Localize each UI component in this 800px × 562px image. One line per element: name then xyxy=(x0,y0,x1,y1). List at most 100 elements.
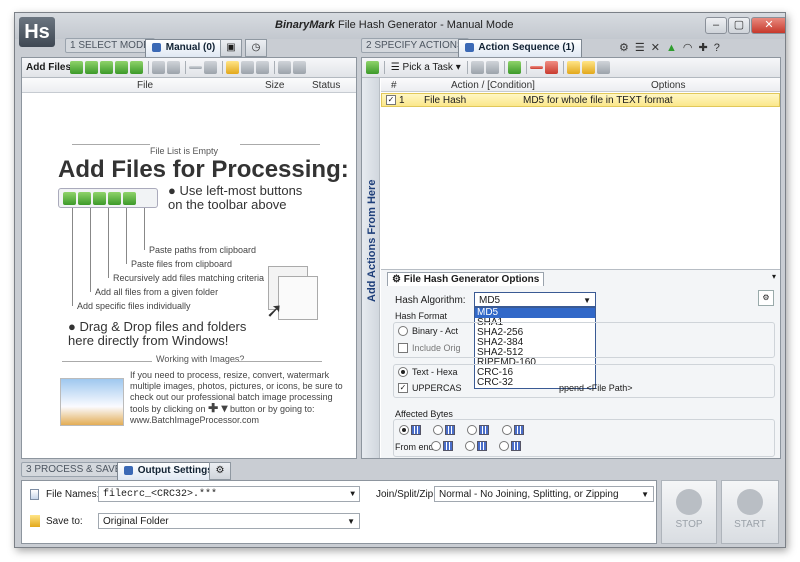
move-up-icon[interactable] xyxy=(470,61,484,74)
save-to-select[interactable]: Original Folder ▼ xyxy=(98,513,360,529)
callout-add-folder: Add all files from a given folder xyxy=(95,287,219,297)
start-button[interactable]: START xyxy=(721,480,779,544)
top-right-tools[interactable]: ⚙☰✕▲◠✚? xyxy=(619,41,726,54)
paste-paths-icon[interactable] xyxy=(130,61,143,74)
toolbar-illustration xyxy=(58,188,158,208)
tab-images-icon[interactable]: ▣ xyxy=(220,39,242,57)
callout-recursive: Recursively add files matching criteria xyxy=(113,273,265,283)
tab-action-sequence[interactable]: Action Sequence (1) xyxy=(458,39,582,57)
tip-toolbar: ● Use left-most buttons on the toolbar a… xyxy=(168,183,303,212)
tab-output-gear-icon[interactable]: ⚙ xyxy=(209,462,231,480)
clear-list-icon[interactable] xyxy=(204,61,217,74)
from-end-3-radio[interactable] xyxy=(499,441,510,452)
callout-paste-paths: Paste paths from clipboard xyxy=(149,245,257,255)
update-icon[interactable]: ▲ xyxy=(666,42,683,54)
maximize-button[interactable]: ▢ xyxy=(728,17,750,34)
actions-toolbar: ☰ Pick a Task ▾ xyxy=(362,58,780,78)
add-folder-icon[interactable] xyxy=(85,61,98,74)
clear-actions-icon[interactable] xyxy=(544,61,558,74)
bytes-start-radio[interactable] xyxy=(433,425,444,436)
from-end-1-radio[interactable] xyxy=(431,441,441,452)
paste-icon[interactable] xyxy=(293,61,306,74)
empty-note: File List is Empty xyxy=(150,146,219,156)
app-logo: Hs xyxy=(19,17,55,47)
duplicate-icon[interactable] xyxy=(507,61,521,74)
callout-add-files: Add specific files individually xyxy=(77,301,191,311)
col-file[interactable]: File xyxy=(137,80,153,91)
save-sequence-icon[interactable] xyxy=(596,61,610,74)
col-size[interactable]: Size xyxy=(265,80,284,91)
text-radio[interactable] xyxy=(398,367,408,377)
action-row-action: File Hash xyxy=(424,95,467,106)
action-row-checkbox[interactable]: ✓ xyxy=(386,95,396,105)
export-list-icon[interactable] xyxy=(241,61,254,74)
paste-files-icon[interactable] xyxy=(115,61,128,74)
col-action: Action / [Condition] xyxy=(451,80,535,91)
add-icon[interactable]: ✚ xyxy=(698,42,713,54)
tab-output-settings[interactable]: Output Settings xyxy=(117,462,220,480)
file-toolbar-buttons xyxy=(70,61,308,74)
add-actions-label[interactable]: Add Actions From Here xyxy=(366,180,378,302)
remove-icon[interactable] xyxy=(189,66,202,69)
step-process-save: 3 PROCESS & SAVE xyxy=(21,462,127,480)
join-select[interactable]: Normal - No Joining, Splitting, or Zippi… xyxy=(434,486,654,502)
cursor-icon: ➚ xyxy=(266,300,283,322)
empty-headline: Add Files for Processing: xyxy=(58,156,349,183)
options-collapse-icon[interactable]: ▾ xyxy=(772,272,776,281)
tab-manual[interactable]: Manual (0) xyxy=(145,39,223,57)
from-end-2-radio[interactable] xyxy=(465,441,476,452)
binary-radio[interactable] xyxy=(398,326,408,336)
bytes-end-radio[interactable] xyxy=(501,425,512,436)
actions-header: # Action / [Condition] Options xyxy=(381,78,780,92)
affected-bytes-options xyxy=(399,424,524,436)
options-info-icon[interactable]: ⚙ xyxy=(758,290,774,306)
hash-algorithm-select[interactable]: MD5 ▼ xyxy=(474,292,596,307)
file-toolbar: Add Files: xyxy=(22,58,356,78)
bytes-all-radio[interactable] xyxy=(399,425,409,436)
add-file-icon[interactable] xyxy=(70,61,83,74)
uppercase-checkbox[interactable]: ✓ xyxy=(398,383,408,393)
pick-task-button[interactable]: ☰ Pick a Task ▾ xyxy=(391,62,461,73)
include-checkbox[interactable] xyxy=(398,343,408,353)
hash-format-label: Hash Format xyxy=(395,311,448,321)
tab-action-sequence-label: Action Sequence (1) xyxy=(478,42,575,53)
copy-icon[interactable] xyxy=(278,61,291,74)
help-icon[interactable]: ? xyxy=(714,42,726,54)
tab-output-settings-label: Output Settings xyxy=(137,465,213,476)
brand-name: BinaryMark xyxy=(275,19,335,31)
add-action-icon[interactable] xyxy=(366,61,379,74)
tip-drag-drop: ● Drag & Drop files and folders here dir… xyxy=(68,319,247,348)
minimize-button[interactable]: – xyxy=(705,17,727,34)
output-panel: File Names: filecrc_<CRC32>.*** ▼ Save to… xyxy=(21,480,657,544)
load-sequence-icon[interactable] xyxy=(566,61,580,74)
move-down-icon[interactable] xyxy=(485,61,499,74)
tab-schedule-icon[interactable]: ◷ xyxy=(245,39,267,57)
binary-label: Binary - Act xyxy=(412,326,459,336)
favorites-icon[interactable] xyxy=(581,61,595,74)
rss-icon[interactable]: ◠ xyxy=(683,42,699,54)
images-text: If you need to process, resize, convert,… xyxy=(130,370,343,425)
col-status[interactable]: Status xyxy=(312,80,340,91)
step-specify-actions: 2 SPECIFY ACTIONS xyxy=(361,38,469,56)
tab-manual-label: Manual (0) xyxy=(165,42,216,53)
settings-icon[interactable]: ⚙ xyxy=(619,42,635,54)
open-list-icon[interactable] xyxy=(226,61,239,74)
stop-icon xyxy=(676,489,702,515)
col-num: # xyxy=(391,80,397,91)
stop-button[interactable]: STOP xyxy=(661,480,717,544)
file-names-input[interactable]: filecrc_<CRC32>.*** ▼ xyxy=(98,486,360,502)
tab-options[interactable]: ⚙ File Hash Generator Options xyxy=(387,272,545,286)
bytes-range-radio[interactable] xyxy=(467,425,478,436)
from-end-label: From end: xyxy=(395,442,437,452)
tools-icon[interactable]: ✕ xyxy=(651,42,666,54)
col-options: Options xyxy=(651,80,686,91)
refresh-icon[interactable] xyxy=(152,61,165,74)
action-row[interactable]: ✓ 1 File Hash MD5 for whole file in TEXT… xyxy=(381,93,780,107)
move-icon[interactable] xyxy=(167,61,180,74)
action-row-options: MD5 for whole file in TEXT format xyxy=(523,95,673,106)
remove-action-icon[interactable] xyxy=(529,66,543,69)
save-list-icon[interactable] xyxy=(256,61,269,74)
add-recursive-icon[interactable] xyxy=(100,61,113,74)
close-button[interactable]: ✕ xyxy=(751,17,785,34)
checklist-icon[interactable]: ☰ xyxy=(635,42,651,54)
